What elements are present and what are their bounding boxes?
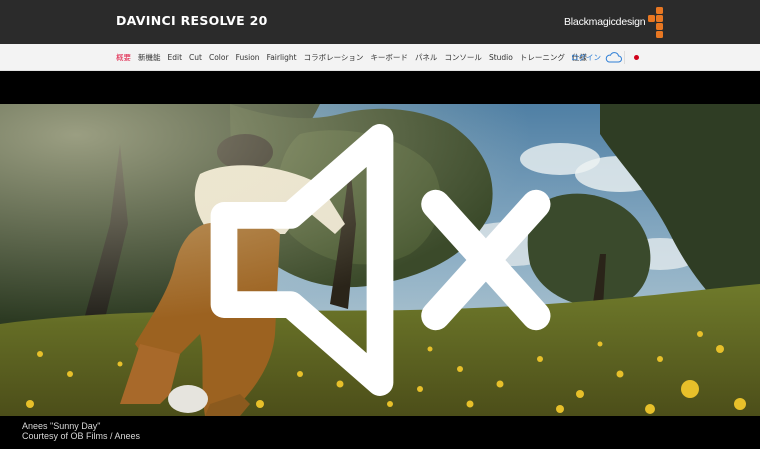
nav-item-edit[interactable]: Edit (168, 53, 183, 62)
nav-item-studio[interactable]: Studio (489, 53, 513, 62)
caption-credit: Courtesy of OB Films / Anees (22, 431, 141, 441)
product-title[interactable]: DAVINCI RESOLVE 20 (116, 13, 268, 28)
section-nav: 概要 新機能 Edit Cut Color Fusion Fairlight コ… (0, 44, 760, 71)
brand-squares-icon (648, 6, 664, 38)
nav-item-panels[interactable]: パネル (415, 52, 438, 63)
caption-title: Anees "Sunny Day" (22, 421, 101, 431)
nav-item-collaboration[interactable]: コラボレーション (304, 52, 364, 63)
region-selector-icon[interactable] (634, 55, 639, 60)
top-header: DAVINCI RESOLVE 20 Blackmagicdesign (0, 0, 760, 44)
nav-item-overview[interactable]: 概要 (116, 52, 131, 63)
brand-logo[interactable]: Blackmagicdesign (564, 6, 664, 38)
nav-item-consoles[interactable]: コンソール (444, 52, 482, 63)
nav-items: 概要 新機能 Edit Cut Color Fusion Fairlight コ… (116, 44, 594, 71)
nav-item-fusion[interactable]: Fusion (236, 53, 260, 62)
nav-item-keyboard[interactable]: キーボード (370, 52, 408, 63)
speaker-muted-icon[interactable] (0, 104, 760, 416)
brand-wordmark: Blackmagicdesign (564, 16, 646, 28)
nav-divider (624, 51, 625, 64)
cloud-icon (605, 52, 622, 63)
nav-item-cut[interactable]: Cut (189, 53, 202, 62)
video-caption: Anees "Sunny Day" Courtesy of OB Films /… (22, 421, 140, 441)
login-label: ログイン (571, 53, 601, 62)
nav-item-new-features[interactable]: 新機能 (138, 52, 161, 63)
nav-item-training[interactable]: トレーニング (520, 52, 565, 63)
login-link[interactable]: ログイン (571, 44, 622, 71)
nav-item-fairlight[interactable]: Fairlight (267, 53, 297, 62)
hero-video[interactable]: Anees "Sunny Day" Courtesy of OB Films /… (0, 71, 760, 449)
nav-item-color[interactable]: Color (209, 53, 229, 62)
